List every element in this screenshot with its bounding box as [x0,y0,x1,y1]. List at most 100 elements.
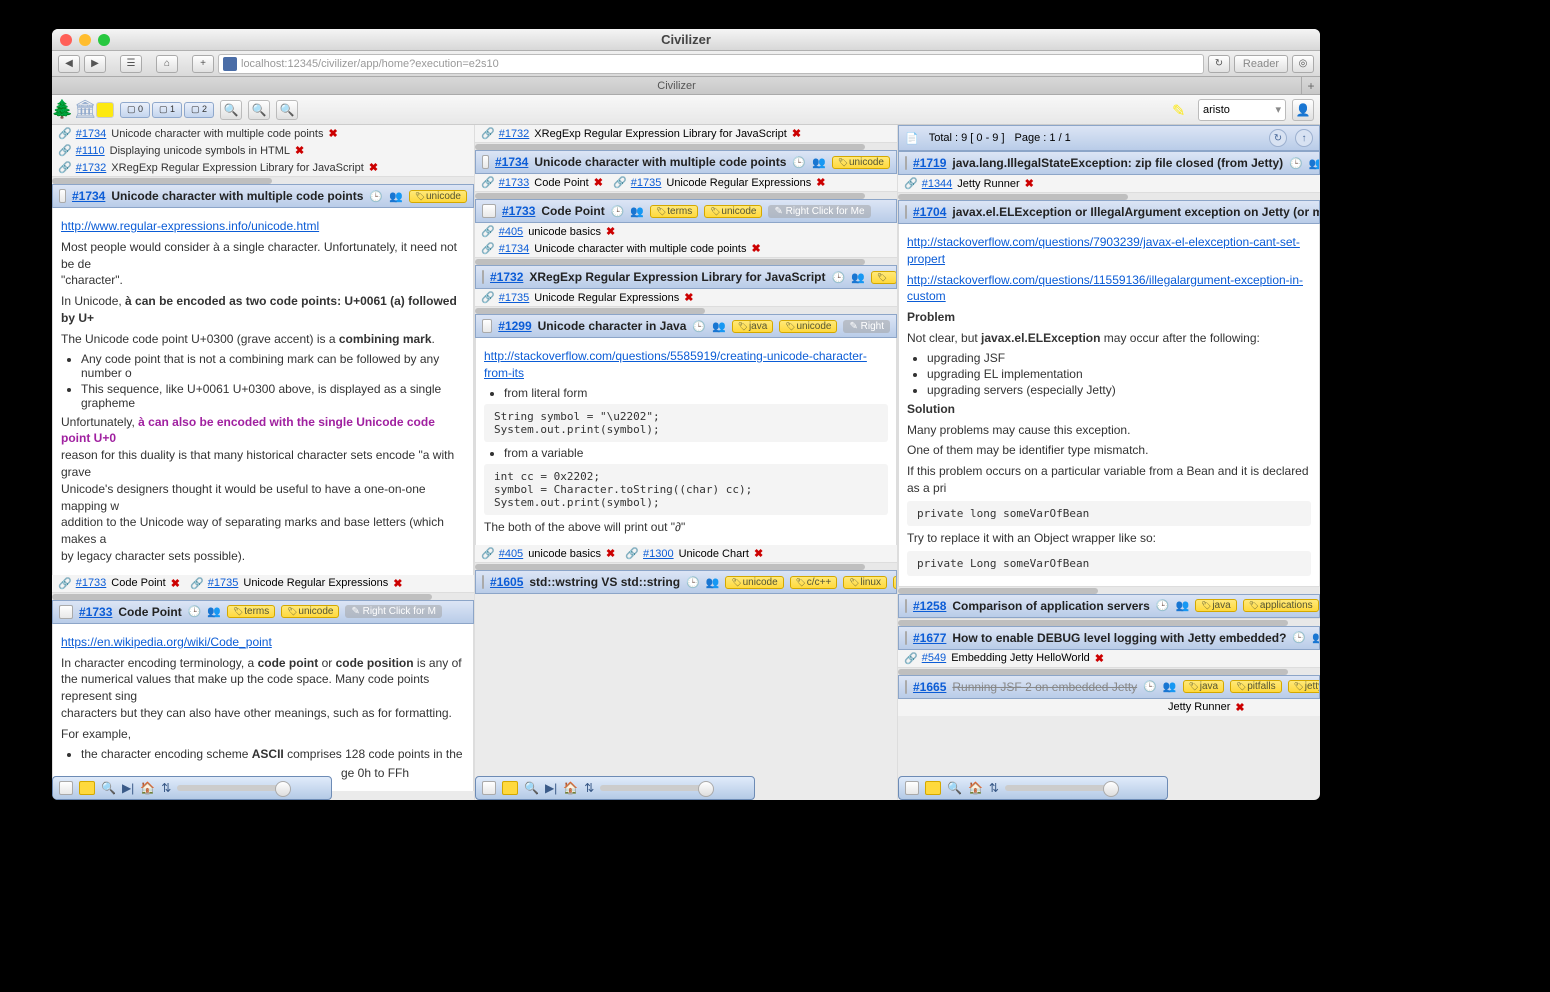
ext-link[interactable]: http://stackoverflow.com/questions/79032… [907,235,1300,266]
user-select[interactable]: aristo [1198,99,1286,121]
remove-icon[interactable]: ✖ [393,577,402,590]
home-icon[interactable]: 🏠 [140,781,155,795]
search-icon[interactable]: 🔍 [947,781,962,795]
fragment-id[interactable]: #1733 [79,605,112,619]
hscroll[interactable] [475,306,897,314]
reload-button[interactable]: ↻ [1208,55,1230,73]
checkbox[interactable] [482,270,484,284]
panel-0-button[interactable]: ▢ 0 [120,102,150,118]
checkbox[interactable] [905,631,907,645]
checkbox[interactable] [482,575,484,589]
fragment-header[interactable]: #1704 javax.el.ELException or IllegalArg… [898,200,1320,224]
bookmarks-button[interactable]: ☰ [120,55,142,73]
sort-icon[interactable]: ⇅ [584,781,594,795]
tag[interactable]: unicode [409,190,467,203]
remove-icon[interactable]: ✖ [328,127,337,140]
new-tab-button[interactable]: + [1302,79,1320,93]
note-button[interactable] [925,781,941,795]
fragment-header[interactable]: #1299 Unicode character in Java 🕒 👥 java… [475,314,897,338]
hscroll[interactable] [898,618,1320,626]
hscroll[interactable] [52,592,474,600]
fragment-header[interactable]: #1732 XRegExp Regular Expression Library… [475,265,897,289]
search-button-3[interactable]: 🔍 [276,100,298,120]
fragment-header[interactable]: #1605 std::wstring VS std::string 🕒 👥 un… [475,570,897,594]
hscroll[interactable] [475,142,897,150]
checkbox[interactable] [482,204,496,218]
checkbox[interactable] [905,156,907,170]
ext-link[interactable]: http://www.regular-expressions.info/unic… [61,219,319,233]
checkbox[interactable] [59,189,66,203]
ext-link[interactable]: http://stackoverflow.com/questions/11559… [907,273,1303,304]
back-button[interactable]: ◀ [58,55,80,73]
home-icon[interactable]: 🏠 [968,781,983,795]
checkbox[interactable] [905,680,907,694]
col-1-scroll[interactable]: 🔗#1734Unicode character with multiple co… [52,125,474,800]
note-button[interactable] [502,781,518,795]
next-icon[interactable]: ▶| [122,781,134,795]
sort-icon[interactable]: ⇅ [161,781,171,795]
hscroll[interactable] [898,667,1320,675]
hscroll[interactable] [475,191,897,199]
slider[interactable] [177,785,287,791]
reader-button[interactable]: Reader [1234,55,1288,73]
ext-link[interactable]: http://stackoverflow.com/questions/55859… [484,349,867,380]
user-button[interactable]: 👤 [1292,99,1314,121]
home-button[interactable]: ⌂ [156,55,178,73]
checkbox[interactable] [905,599,907,613]
sort-icon[interactable]: ⇅ [989,781,999,795]
checkbox[interactable] [59,605,73,619]
search-button-1[interactable]: 🔍 [220,100,242,120]
checkbox[interactable] [59,781,73,795]
fragment-header[interactable]: #1734 Unicode character with multiple co… [475,150,897,174]
hscroll[interactable] [52,176,474,184]
checkbox[interactable] [482,155,489,169]
rel-id[interactable]: #1732 [76,162,107,174]
remove-icon[interactable]: ✖ [369,161,378,174]
search-icon[interactable]: 🔍 [524,781,539,795]
hscroll[interactable] [475,562,897,570]
rel-id[interactable]: #1110 [76,145,105,157]
fragment-header[interactable]: #1734 Unicode character with multiple co… [52,184,474,208]
panel-1-button[interactable]: ▢ 1 [152,102,182,118]
fragment-header[interactable]: #1719 java.lang.IllegalStateException: z… [898,151,1320,175]
slider[interactable] [1005,785,1115,791]
home-icon[interactable]: 🏠 [563,781,578,795]
add-button[interactable]: + [192,55,214,73]
remove-icon[interactable]: ✖ [171,577,180,590]
up-button[interactable]: ↑ [1295,129,1313,147]
extension-button[interactable]: ◎ [1292,55,1314,73]
fragment-header[interactable]: #1665 Running JSF 2 on embedded Jetty 🕒 … [898,675,1320,699]
col-2-scroll[interactable]: 🔗#1732XRegExp Regular Expression Library… [475,125,897,800]
refresh-button[interactable]: ↻ [1269,129,1287,147]
tag[interactable]: unicode [281,605,339,618]
url-bar[interactable]: localhost:12345/civilizer/app/home?execu… [218,54,1204,74]
forward-button[interactable]: ▶ [84,55,106,73]
hscroll[interactable] [898,586,1320,594]
highlight-icon[interactable]: ✎ [1172,101,1192,119]
fragment-header[interactable]: #1677 How to enable DEBUG level logging … [898,626,1320,650]
note-button[interactable] [79,781,95,795]
checkbox[interactable] [482,319,492,333]
search-button-2[interactable]: 🔍 [248,100,270,120]
rel-id[interactable]: #1734 [76,128,107,140]
fragment-id[interactable]: #1734 [72,189,105,203]
next-icon[interactable]: ▶| [545,781,557,795]
theme-button[interactable] [96,102,114,118]
fragment-header[interactable]: #1258 Comparison of application servers … [898,594,1320,618]
remove-icon[interactable]: ✖ [792,127,801,140]
ext-link[interactable]: https://en.wikipedia.org/wiki/Code_point [61,635,272,649]
tab-civilizer[interactable]: Civilizer [52,77,1302,95]
col-3-scroll[interactable]: 📄 Total : 9 [ 0 - 9 ] Page : 1 / 1 ↻ ↑ #… [898,125,1320,800]
search-icon[interactable]: 🔍 [101,781,116,795]
hscroll[interactable] [475,257,897,265]
tag[interactable]: terms [227,605,275,618]
remove-icon[interactable]: ✖ [295,144,304,157]
fragment-header[interactable]: #1733 Code Point 🕒 👥 terms unicode ✎ Rig… [475,199,897,223]
checkbox[interactable] [905,205,907,219]
fragment-header[interactable]: #1733 Code Point 🕒 👥 terms unicode ✎ Rig… [52,600,474,624]
checkbox[interactable] [482,781,496,795]
hscroll[interactable] [898,192,1320,200]
panel-2-button[interactable]: ▢ 2 [184,102,214,118]
slider[interactable] [600,785,710,791]
checkbox[interactable] [905,781,919,795]
